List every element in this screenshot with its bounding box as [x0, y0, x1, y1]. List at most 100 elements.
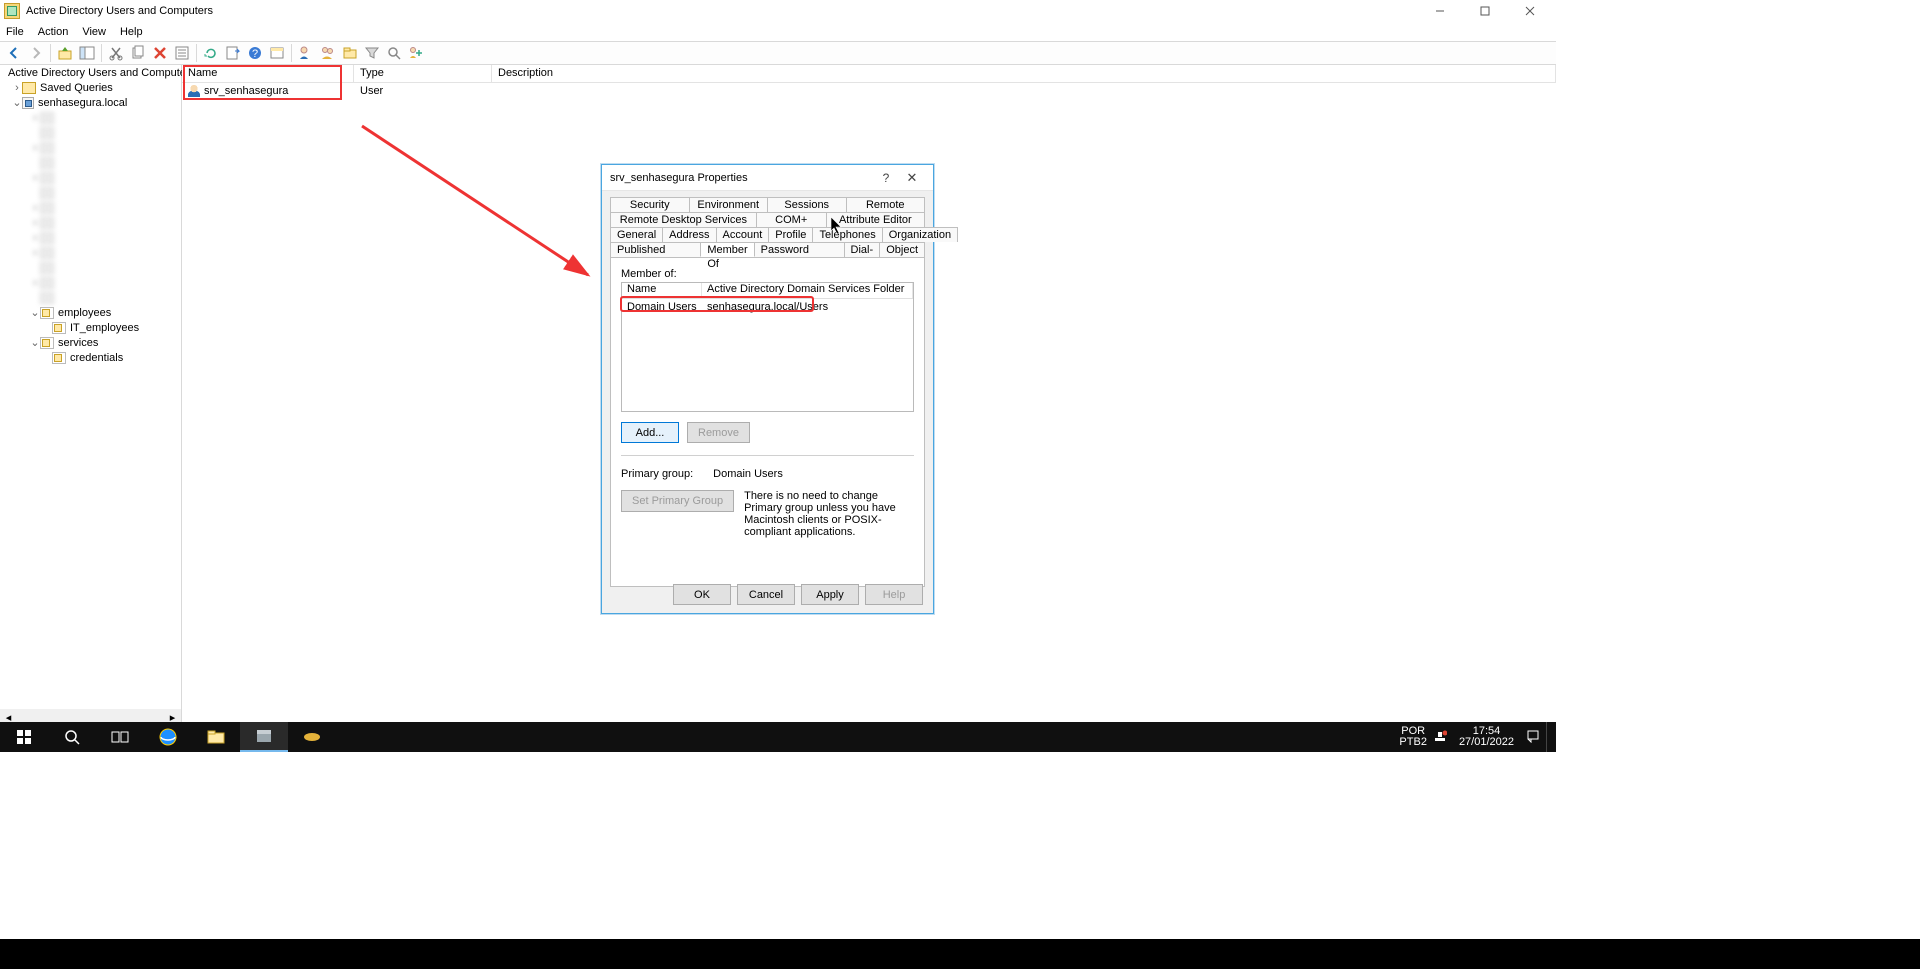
tab-rds-profile[interactable]: Remote Desktop Services Profile — [610, 212, 757, 227]
remove-button[interactable]: Remove — [687, 422, 750, 443]
dialog-help-button[interactable]: ? — [873, 171, 899, 185]
tree-blurred-item: › — [0, 230, 181, 245]
col-type[interactable]: Type — [354, 65, 492, 82]
tab-attribute-editor[interactable]: Attribute Editor — [826, 212, 925, 227]
tab-member-of[interactable]: Member Of — [700, 242, 754, 257]
tree-ou-services[interactable]: ⌄ services — [0, 335, 181, 350]
dialog-title: srv_senhasegura Properties — [610, 172, 873, 184]
ok-button[interactable]: OK — [673, 584, 731, 605]
close-button[interactable] — [1507, 1, 1552, 21]
tree-ou-employees[interactable]: ⌄ employees — [0, 305, 181, 320]
dialog-titlebar[interactable]: srv_senhasegura Properties ? ✕ — [602, 165, 933, 191]
expand-icon[interactable]: › — [12, 83, 22, 93]
col-name[interactable]: Name — [182, 65, 354, 82]
minimize-button[interactable] — [1417, 1, 1462, 21]
export-list-icon[interactable] — [223, 43, 243, 63]
tree-blurred-item — [0, 155, 181, 170]
menubar: File Action View Help — [0, 22, 1556, 41]
menu-file[interactable]: File — [6, 26, 24, 38]
tray-clock[interactable]: 17:54 27/01/2022 — [1453, 726, 1520, 748]
copy-icon[interactable] — [128, 43, 148, 63]
properties-icon[interactable] — [172, 43, 192, 63]
tray-date: 27/01/2022 — [1459, 737, 1514, 748]
col-desc[interactable]: Description — [492, 65, 1556, 82]
add-button[interactable]: Add... — [621, 422, 679, 443]
new-ou-icon[interactable] — [340, 43, 360, 63]
menu-help[interactable]: Help — [120, 26, 143, 38]
apply-button[interactable]: Apply — [801, 584, 859, 605]
start-button[interactable] — [0, 722, 48, 752]
cancel-button[interactable]: Cancel — [737, 584, 795, 605]
page-lower-fill — [0, 752, 1920, 939]
taskbar-ie[interactable] — [144, 722, 192, 752]
set-primary-group-button[interactable]: Set Primary Group — [621, 490, 734, 512]
list-row-user[interactable]: srv_senhasegura User — [182, 83, 1556, 99]
tree-blurred-item: › — [0, 200, 181, 215]
primary-group-label: Primary group: — [621, 468, 693, 480]
tab-telephones[interactable]: Telephones — [812, 227, 882, 242]
dialog-close-button[interactable]: ✕ — [899, 170, 925, 186]
search-button[interactable] — [48, 722, 96, 752]
tab-dial-in[interactable]: Dial-in — [844, 242, 881, 257]
task-view-button[interactable] — [96, 722, 144, 752]
member-of-list[interactable]: Name Active Directory Domain Services Fo… — [621, 282, 914, 412]
back-icon[interactable] — [4, 43, 24, 63]
member-list-row[interactable]: Domain Users senhasegura.local/Users — [622, 299, 913, 314]
primary-group-value: Domain Users — [713, 468, 783, 480]
tab-complus[interactable]: COM+ — [756, 212, 827, 227]
tab-environment[interactable]: Environment — [689, 197, 769, 212]
tree-saved-queries[interactable]: › Saved Queries — [0, 80, 181, 95]
tab-sessions[interactable]: Sessions — [767, 197, 847, 212]
tab-published-certs[interactable]: Published Certificates — [610, 242, 701, 257]
tray-notifications-icon[interactable] — [1526, 729, 1540, 746]
menu-view[interactable]: View — [82, 26, 106, 38]
tab-remote-control[interactable]: Remote control — [846, 197, 926, 212]
properties-dialog: srv_senhasegura Properties ? ✕ Security … — [601, 164, 934, 614]
ml-col-folder[interactable]: Active Directory Domain Services Folder — [702, 283, 913, 298]
collapse-icon[interactable]: ⌄ — [30, 308, 40, 318]
aduc-window: Active Directory Users and Computers Fil… — [0, 0, 1556, 752]
tab-security[interactable]: Security — [610, 197, 690, 212]
collapse-icon[interactable]: ⌄ — [30, 338, 40, 348]
tab-password-replication[interactable]: Password Replication — [754, 242, 845, 257]
tray-network-icon[interactable] — [1433, 729, 1447, 746]
up-icon[interactable] — [55, 43, 75, 63]
tray-lang[interactable]: POR PTB2 — [1399, 726, 1427, 748]
filter-icon[interactable] — [362, 43, 382, 63]
tab-account[interactable]: Account — [716, 227, 770, 242]
tab-object[interactable]: Object — [879, 242, 925, 257]
collapse-icon[interactable]: ⌄ — [12, 98, 22, 108]
tab-general[interactable]: General — [610, 227, 663, 242]
tree-blurred-item — [0, 290, 181, 305]
menu-action[interactable]: Action — [38, 26, 69, 38]
dialog-tabs: Security Environment Sessions Remote con… — [602, 191, 933, 587]
tree-domain[interactable]: ⌄ senhasegura.local — [0, 95, 181, 110]
refresh-icon[interactable] — [201, 43, 221, 63]
domain-icon — [22, 97, 34, 109]
delete-icon[interactable] — [150, 43, 170, 63]
tab-profile[interactable]: Profile — [768, 227, 813, 242]
forward-icon[interactable] — [26, 43, 46, 63]
taskbar-explorer[interactable] — [192, 722, 240, 752]
tree-ou-it-employees[interactable]: IT_employees — [0, 320, 181, 335]
tab-organization[interactable]: Organization — [882, 227, 958, 242]
find-icon[interactable] — [384, 43, 404, 63]
taskbar-app[interactable] — [288, 722, 336, 752]
cut-icon[interactable] — [106, 43, 126, 63]
maximize-button[interactable] — [1462, 1, 1507, 21]
show-desktop-button[interactable] — [1546, 722, 1552, 752]
tab-address[interactable]: Address — [662, 227, 716, 242]
help-icon[interactable]: ? — [245, 43, 265, 63]
show-hide-tree-icon[interactable] — [77, 43, 97, 63]
new-user-icon[interactable] — [296, 43, 316, 63]
ml-col-name[interactable]: Name — [622, 283, 702, 298]
tree-root[interactable]: Active Directory Users and Computers — [0, 65, 181, 80]
help-button[interactable]: Help — [865, 584, 923, 605]
titlebar: Active Directory Users and Computers — [0, 0, 1556, 22]
tree-ou-credentials[interactable]: credentials — [0, 350, 181, 365]
taskbar-server-manager[interactable] — [240, 722, 288, 752]
new-group-icon[interactable] — [318, 43, 338, 63]
add-to-group-icon[interactable] — [406, 43, 426, 63]
tree-blurred-item: › — [0, 275, 181, 290]
snapshot-icon[interactable] — [267, 43, 287, 63]
